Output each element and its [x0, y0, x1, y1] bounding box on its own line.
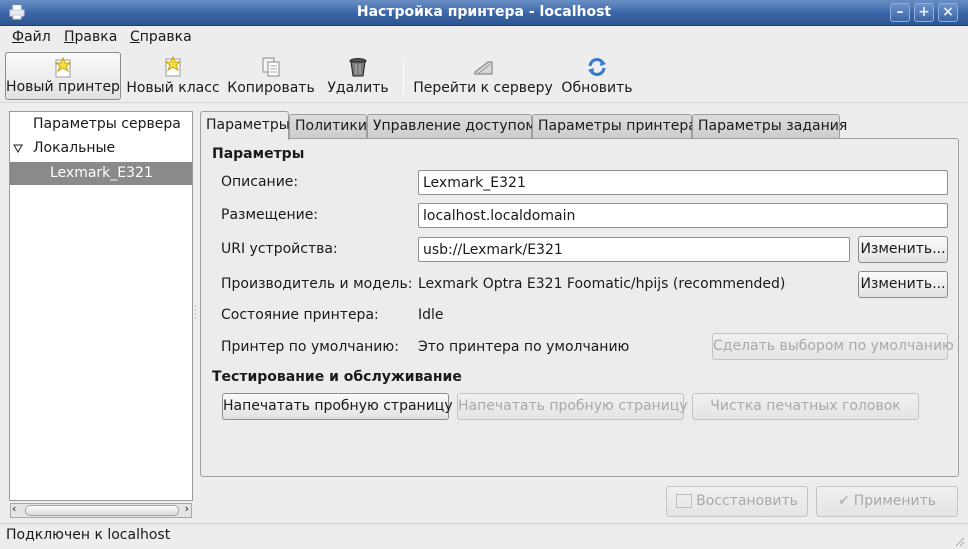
refresh-label: Обновить: [561, 80, 633, 96]
new-printer-icon: [54, 57, 72, 78]
tree-item-label: Lexmark_E321: [50, 165, 153, 181]
tab-job-options[interactable]: Параметры задания: [692, 114, 847, 139]
toolbar-separator: [403, 59, 404, 95]
menu-help-label: правка: [139, 29, 192, 45]
print-test-page-disabled-button[interactable]: Напечатать пробную страницу: [457, 393, 688, 420]
new-printer-label: Новый принтер: [6, 79, 120, 95]
copy-button[interactable]: Копировать: [225, 52, 317, 100]
description-label: Описание:: [221, 174, 299, 190]
goto-server-label: Перейти к серверу: [413, 80, 553, 96]
close-button[interactable]: ×: [938, 3, 958, 22]
change-make-model-button[interactable]: Изменить...: [858, 271, 948, 298]
expander-down-icon[interactable]: [13, 144, 23, 153]
tree-item-lexmark-e321[interactable]: Lexmark_E321: [10, 162, 192, 185]
copy-label: Копировать: [227, 80, 315, 96]
window-title: Настройка принтера - localhost: [356, 4, 612, 20]
resize-grip-icon[interactable]: [953, 535, 965, 547]
tree-item-label: Параметры сервера: [33, 116, 181, 132]
new-printer-button[interactable]: Новый принтер: [5, 52, 121, 100]
menu-edit-label: равка: [74, 29, 118, 45]
maximize-button[interactable]: +: [914, 3, 934, 22]
refresh-icon: [588, 58, 606, 76]
description-field[interactable]: [418, 170, 948, 195]
menu-file-mnemonic: Ф: [12, 29, 25, 45]
printer-state-label: Состояние принтера:: [221, 307, 379, 323]
menu-file[interactable]: Файл: [12, 29, 51, 45]
settings-section-title: Параметры: [212, 146, 305, 162]
statusbar: Подключен к localhost: [0, 523, 968, 549]
print-test-page-button[interactable]: Напечатать пробную страницу: [222, 393, 453, 420]
device-uri-label: URI устройства:: [221, 241, 338, 257]
delete-button[interactable]: Удалить: [323, 52, 393, 100]
printer-tree[interactable]: Параметры сервера Локальные принтеры Lex…: [9, 111, 193, 501]
device-uri-field[interactable]: [418, 237, 850, 262]
delete-label: Удалить: [327, 80, 389, 96]
menu-file-label: айл: [24, 29, 51, 45]
default-printer-value: Это принтера по умолчанию: [418, 339, 630, 355]
window-titlebar[interactable]: Настройка принтера - localhost – + ×: [0, 0, 968, 26]
tab-parameters[interactable]: Параметры: [200, 111, 290, 140]
printer-state-value: Idle: [418, 307, 444, 323]
trash-icon: [349, 58, 367, 77]
maintenance-section-title: Тестирование и обслуживание: [212, 369, 462, 385]
scroll-left-icon[interactable]: ‹: [12, 502, 16, 515]
apply-label: Применить: [853, 493, 937, 509]
make-model-label: Производитель и модель:: [221, 276, 413, 292]
revert-button[interactable]: Восстановить: [666, 486, 808, 517]
tab-printer-options[interactable]: Параметры принтера: [532, 114, 697, 139]
pane-splitter[interactable]: · · · ·: [194, 303, 198, 323]
refresh-button[interactable]: Обновить: [558, 52, 636, 100]
apply-button[interactable]: ✔ Применить: [816, 486, 958, 517]
menu-help-mnemonic: С: [130, 29, 140, 45]
location-field[interactable]: [418, 203, 948, 228]
menubar: Файл Правка Справка: [0, 26, 968, 49]
goto-server-button[interactable]: Перейти к серверу: [412, 52, 554, 100]
server-icon: [474, 61, 493, 75]
tree-item-local-printers[interactable]: Локальные принтеры: [10, 137, 192, 179]
scrollbar-thumb[interactable]: [25, 505, 179, 516]
make-model-value: Lexmark Optra E321 Foomatic/hpijs (recom…: [418, 276, 786, 292]
menu-edit[interactable]: Правка: [64, 29, 117, 45]
revert-label: Восстановить: [696, 493, 798, 509]
revert-icon: [676, 494, 693, 508]
change-uri-button[interactable]: Изменить...: [858, 236, 948, 263]
default-printer-label: Принтер по умолчанию:: [221, 339, 399, 355]
new-class-icon: [164, 56, 182, 77]
menu-edit-mnemonic: П: [64, 29, 75, 45]
tab-policies[interactable]: Политики: [289, 114, 367, 139]
tab-access-control[interactable]: Управление доступом: [367, 114, 536, 139]
tree-item-server-settings[interactable]: Параметры сервера: [10, 113, 192, 136]
toolbar: Новый принтер Новый класс Копировать Уда…: [0, 49, 968, 103]
menu-help[interactable]: Справка: [130, 29, 192, 45]
checkmark-icon: ✔: [837, 493, 850, 509]
make-default-button[interactable]: Сделать выбором по умолчанию: [712, 333, 954, 360]
copy-icon: [262, 57, 280, 77]
new-class-label: Новый класс: [126, 80, 220, 96]
new-class-button[interactable]: Новый класс: [125, 52, 221, 100]
minimize-button[interactable]: –: [890, 3, 910, 22]
clean-heads-button[interactable]: Чистка печатных головок: [692, 393, 919, 420]
scroll-right-icon[interactable]: ›: [185, 502, 189, 515]
location-label: Размещение:: [221, 207, 319, 223]
horizontal-scrollbar[interactable]: ‹ ›: [10, 502, 192, 518]
status-text: Подключен к localhost: [6, 527, 171, 543]
